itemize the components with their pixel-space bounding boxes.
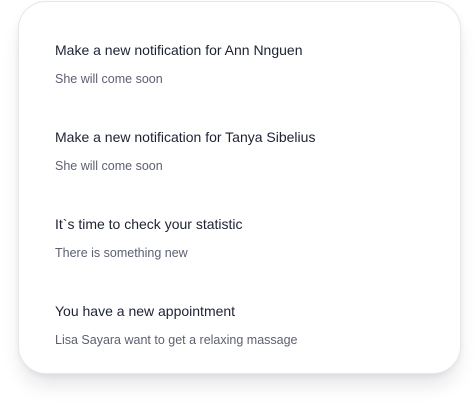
- notification-description: Lisa Sayara want to get a relaxing massa…: [55, 333, 298, 347]
- notification-title: It`s time to check your statistic: [55, 216, 243, 232]
- notification-item[interactable]: You have a new appointment Lisa Sayara w…: [55, 302, 440, 348]
- notification-title: You have a new appointment: [55, 303, 236, 319]
- notifications-panel: Make a new notification for Ann Nnguen S…: [18, 1, 461, 374]
- notification-item[interactable]: Make a new notification for Ann Nnguen S…: [55, 41, 440, 87]
- notification-description: There is something new: [55, 246, 188, 260]
- notification-title: Make a new notification for Ann Nnguen: [55, 42, 303, 58]
- notification-item[interactable]: Make a new notification for Tanya Sibeli…: [55, 128, 440, 174]
- notification-item[interactable]: It`s time to check your statistic There …: [55, 215, 440, 261]
- notification-title: Make a new notification for Tanya Sibeli…: [55, 129, 316, 145]
- notification-description: She will come soon: [55, 72, 163, 86]
- notification-description: She will come soon: [55, 159, 163, 173]
